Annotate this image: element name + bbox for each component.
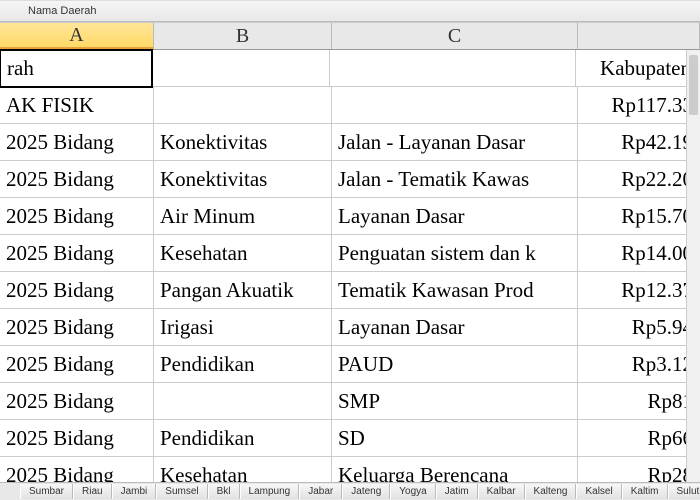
cell[interactable]: Air Minum xyxy=(154,198,332,235)
cell[interactable] xyxy=(330,50,576,87)
table-row: 2025 BidangIrigasiLayanan DasarRp5.94 xyxy=(0,309,700,346)
sheet-tab[interactable]: Bkl xyxy=(208,484,240,499)
sheet-tab[interactable]: Kalteng xyxy=(525,484,577,499)
cell[interactable]: PAUD xyxy=(332,346,578,383)
cell[interactable]: 2025 Bidang xyxy=(0,124,154,161)
sheet-tab[interactable]: Kalsel xyxy=(576,484,621,499)
cell[interactable]: 2025 Bidang xyxy=(0,235,154,272)
cell[interactable]: 2025 Bidang xyxy=(0,198,154,235)
cell[interactable]: Penguatan sistem dan k xyxy=(332,235,578,272)
cell[interactable]: SD xyxy=(332,420,578,457)
cell[interactable]: Layanan Dasar xyxy=(332,309,578,346)
sheet-tab[interactable]: Kaltim xyxy=(622,484,668,499)
cell[interactable] xyxy=(152,50,330,87)
col-header-d[interactable] xyxy=(578,22,700,49)
sheet-tab[interactable]: Jatim xyxy=(436,484,478,499)
table-row: AK FISIK Rp117.33 xyxy=(0,87,700,124)
spreadsheet-grid[interactable]: rah Kabupaten AK FISIK Rp117.33 2025 Bidang… xyxy=(0,50,700,494)
cell[interactable]: 2025 Bidang xyxy=(0,161,154,198)
table-row: 2025 BidangPendidikanSDRp66 xyxy=(0,420,700,457)
cell[interactable]: Rp3.12 xyxy=(578,346,700,383)
table-row: 2025 BidangKesehatanPenguatan sistem dan… xyxy=(0,235,700,272)
formula-bar[interactable]: Nama Daerah xyxy=(0,0,700,22)
table-row: rah Kabupaten xyxy=(0,50,700,87)
col-header-c[interactable]: C xyxy=(332,22,578,49)
sheet-tab[interactable]: Sumbar xyxy=(20,484,73,499)
cell[interactable]: rah xyxy=(0,49,153,88)
cell[interactable]: Rp66 xyxy=(578,420,700,457)
cell[interactable]: Kabupaten xyxy=(576,50,698,87)
cell[interactable]: 2025 Bidang xyxy=(0,383,154,420)
sheet-tab[interactable]: Sumsel xyxy=(156,484,207,499)
sheet-tab[interactable]: Jateng xyxy=(342,484,390,499)
cell[interactable]: Konektivitas xyxy=(154,124,332,161)
cell[interactable]: Rp15.70 xyxy=(578,198,700,235)
cell[interactable]: Kesehatan xyxy=(154,235,332,272)
cell[interactable]: Pendidikan xyxy=(154,420,332,457)
cell[interactable]: Jalan - Layanan Dasar xyxy=(332,124,578,161)
cell[interactable]: Pangan Akuatik xyxy=(154,272,332,309)
cell[interactable]: Rp5.94 xyxy=(578,309,700,346)
cell[interactable] xyxy=(154,87,332,124)
table-row: 2025 BidangKonektivitasJalan - Layanan D… xyxy=(0,124,700,161)
cell[interactable]: Rp22.20 xyxy=(578,161,700,198)
scroll-thumb[interactable] xyxy=(689,55,698,115)
table-row: 2025 BidangPangan AkuatikTematik Kawasan… xyxy=(0,272,700,309)
table-row: 2025 BidangAir MinumLayanan DasarRp15.70 xyxy=(0,198,700,235)
cell[interactable]: Rp14.00 xyxy=(578,235,700,272)
cell[interactable]: 2025 Bidang xyxy=(0,346,154,383)
cell[interactable]: Pendidikan xyxy=(154,346,332,383)
sheet-tab[interactable]: Riau xyxy=(73,484,112,499)
cell[interactable]: Rp117.33 xyxy=(578,87,700,124)
formula-bar-content: Nama Daerah xyxy=(28,5,106,17)
sheet-tab[interactable]: Jambi xyxy=(112,484,157,499)
table-row: 2025 BidangKonektivitasJalan - Tematik K… xyxy=(0,161,700,198)
sheet-tab[interactable]: Yogya xyxy=(390,484,435,499)
cell[interactable]: Konektivitas xyxy=(154,161,332,198)
table-row: 2025 BidangPendidikanPAUDRp3.12 xyxy=(0,346,700,383)
sheet-tab[interactable]: Jabar xyxy=(299,484,342,499)
cell[interactable]: Rp81 xyxy=(578,383,700,420)
table-row: 2025 Bidang SMPRp81 xyxy=(0,383,700,420)
cell[interactable]: Tematik Kawasan Prod xyxy=(332,272,578,309)
cell[interactable]: SMP xyxy=(332,383,578,420)
sheet-tab[interactable]: Lampung xyxy=(240,484,300,499)
vertical-scrollbar[interactable] xyxy=(686,50,700,482)
col-header-a[interactable]: A xyxy=(0,22,154,49)
cell[interactable] xyxy=(332,87,578,124)
cell[interactable]: 2025 Bidang xyxy=(0,420,154,457)
cell[interactable]: 2025 Bidang xyxy=(0,272,154,309)
sheet-tabs: SumbarRiauJambiSumselBklLampungJabarJate… xyxy=(0,482,700,500)
col-header-b[interactable]: B xyxy=(154,22,332,49)
cell[interactable]: Rp12.37 xyxy=(578,272,700,309)
sheet-tab[interactable]: Sulut xyxy=(668,484,700,499)
cell[interactable] xyxy=(154,383,332,420)
cell[interactable]: Jalan - Tematik Kawas xyxy=(332,161,578,198)
cell[interactable]: Rp42.19 xyxy=(578,124,700,161)
column-headers: A B C xyxy=(0,22,700,50)
cell[interactable]: Layanan Dasar xyxy=(332,198,578,235)
cell[interactable]: AK FISIK xyxy=(0,87,154,124)
cell[interactable]: 2025 Bidang xyxy=(0,309,154,346)
cell[interactable]: Irigasi xyxy=(154,309,332,346)
sheet-tab[interactable]: Kalbar xyxy=(478,484,525,499)
